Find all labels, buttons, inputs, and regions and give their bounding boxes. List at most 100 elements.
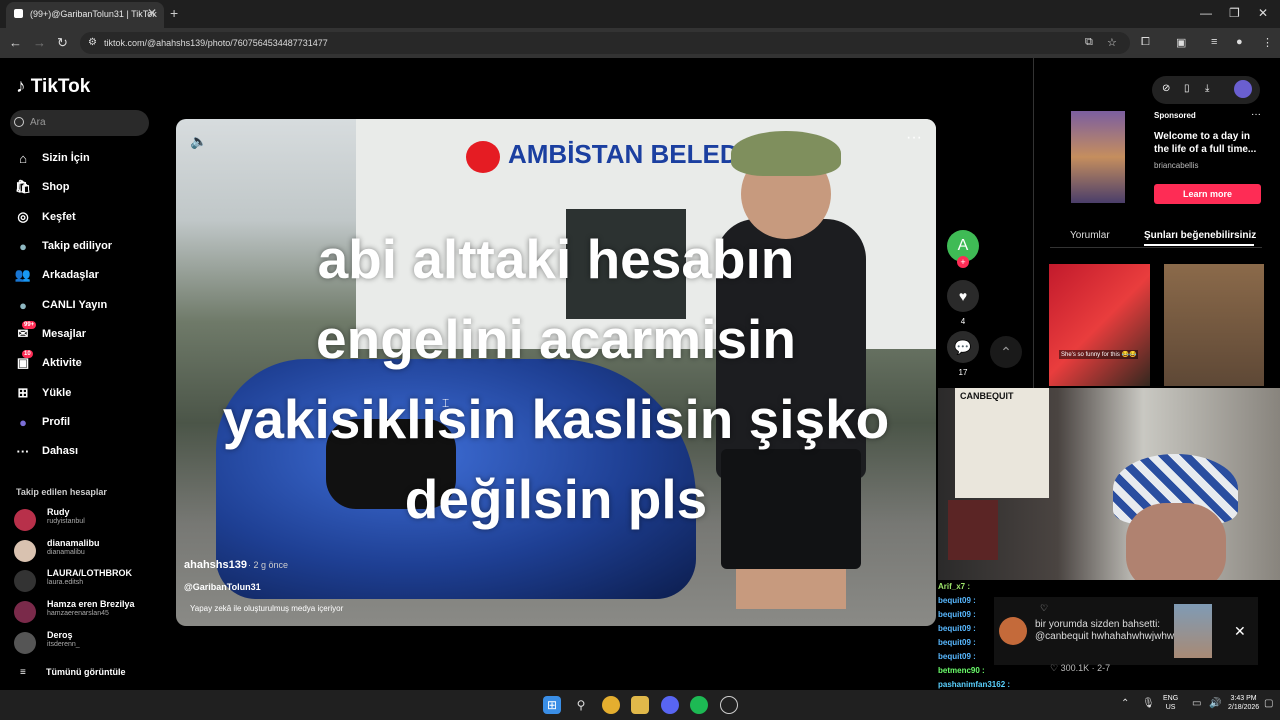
phone-icon[interactable]: ▯	[1184, 83, 1190, 94]
sidebar-item-9[interactable]: ● Profil	[14, 411, 154, 433]
learn-more-button[interactable]: Learn more	[1154, 184, 1261, 204]
volume-tray-icon[interactable]: 🔊	[1209, 698, 1221, 709]
search-input[interactable]: Ara	[10, 110, 149, 136]
system-clock[interactable]: 3:43 PM 2/18/2026	[1228, 694, 1259, 712]
download-icon[interactable]: ⤓	[1205, 83, 1209, 94]
browser-tab-bar	[0, 0, 1280, 28]
network-icon[interactable]: ▭	[1192, 698, 1201, 709]
home-icon: ⌂	[19, 150, 27, 166]
sidebar-item-8[interactable]: ⊞ Yükle	[14, 382, 154, 404]
sidebar-item-2[interactable]: ◎ Keşfet	[14, 206, 154, 228]
close-notification-icon[interactable]: ✕	[1234, 623, 1246, 640]
follow-plus-icon[interactable]: +	[957, 256, 969, 268]
see-all-link[interactable]: Tümünü görüntüle	[46, 667, 125, 677]
scroll-up-button[interactable]: ⌃	[990, 336, 1022, 368]
volume-icon[interactable]: 🔈	[190, 133, 207, 150]
reading-list-icon[interactable]: ≡	[1211, 36, 1217, 48]
sidebar-item-0[interactable]: ⌂ Sizin İçin	[14, 147, 154, 169]
right-toolbar: ⊘ ▯ ⤓	[1152, 76, 1260, 104]
back-button[interactable]: ←	[9, 35, 22, 50]
webcam-overlay: CANBEQUIT	[938, 388, 1280, 580]
notifications-icon[interactable]: ▢	[1264, 698, 1273, 709]
steam-icon[interactable]	[720, 696, 738, 714]
overlay-text-line: abi alttaki hesabın	[317, 228, 795, 290]
friends-icon: 👥	[14, 267, 32, 282]
maximize-button[interactable]: ❐	[1229, 6, 1240, 20]
profile-avatar-icon[interactable]: ●	[1236, 36, 1243, 48]
split-view-icon[interactable]: ▣	[1176, 36, 1186, 49]
suggested-video-thumbnail[interactable]: She's so funny for this 😂😂	[1049, 264, 1150, 386]
url-bar[interactable]: tiktok.com/@ahahshs139/photo/76075645344…	[80, 32, 1130, 54]
tab-suggested[interactable]: Şunları beğenebilirsiniz	[1144, 230, 1256, 241]
account-username: laura.editsh	[47, 579, 84, 586]
photo-post[interactable]: AMBİSTAN BELEDİYESİ abi alttaki hesabın e…	[176, 119, 936, 626]
forward-button[interactable]: →	[33, 35, 46, 50]
chat-username: Arif_x7 :	[938, 582, 971, 591]
notification-thumbnail	[1174, 604, 1212, 658]
new-tab-button[interactable]: +	[170, 5, 178, 21]
reload-button[interactable]: ↻	[57, 35, 68, 51]
panel-divider	[1033, 58, 1034, 388]
search-icon	[14, 117, 24, 127]
following-account[interactable]: Deroş itsderenn_	[14, 630, 164, 658]
person-legs	[736, 569, 846, 609]
following-account[interactable]: LAURA/LOTHBROK laura.editsh	[14, 568, 164, 596]
comment-count: 17	[958, 368, 968, 377]
account-avatar	[14, 540, 36, 562]
suggested-video-thumbnail[interactable]	[1164, 264, 1264, 386]
more-options-icon[interactable]: ···	[906, 129, 922, 147]
following-account[interactable]: dianamalibu dianamalibu	[14, 538, 164, 566]
likes-counter: ♡ 300.1K · 2-7	[1050, 663, 1111, 673]
browser-tab[interactable]: (99+)@GaribanTolun31 | TikTok	[6, 2, 164, 28]
microphone-icon[interactable]: 🎙	[1142, 698, 1155, 709]
tab-comments[interactable]: Yorumlar	[1070, 230, 1110, 241]
sidebar-item-4[interactable]: 👥 Arkadaşlar	[14, 264, 154, 286]
discord-icon[interactable]	[661, 696, 679, 714]
post-author[interactable]: ahahshs139	[184, 559, 247, 571]
windows-start-icon[interactable]: ⊞	[543, 696, 561, 714]
spotify-icon[interactable]	[690, 696, 708, 714]
browser-menu-icon[interactable]: ⋮	[1262, 36, 1273, 49]
mention-notification[interactable]: ♡ bir yorumda sizden bahsetti: @canbequi…	[994, 597, 1258, 665]
taskbar-search-icon[interactable]: ⚲	[572, 696, 590, 714]
tiktok-logo[interactable]: ♪ TikTok	[16, 76, 90, 98]
language-indicator[interactable]: ENG US	[1163, 694, 1178, 712]
wall-poster	[955, 388, 1049, 498]
profile-icon: ●	[19, 414, 27, 430]
comment-button[interactable]: 💬	[947, 331, 979, 363]
mouse-cursor-icon: ⌶	[442, 396, 450, 410]
sidebar-item-5[interactable]: ● CANLI Yayın	[14, 294, 154, 316]
chat-username: betmenc90 :	[938, 666, 985, 675]
site-info-icon[interactable]: ⚙	[88, 37, 97, 48]
following-account[interactable]: Rudy rudyistanbul	[14, 507, 164, 535]
ad-more-icon[interactable]: ···	[1251, 109, 1261, 120]
sidebar-item-1[interactable]: 🛍 Shop	[14, 176, 154, 198]
tray-chevron-icon[interactable]: ⌃	[1121, 698, 1129, 709]
sidebar-item-3[interactable]: ● Takip ediliyor	[14, 235, 154, 257]
file-explorer-icon[interactable]	[631, 696, 649, 714]
account-name: dianamalibu	[47, 538, 100, 548]
minimize-button[interactable]: —	[1200, 6, 1212, 20]
account-username: rudyistanbul	[47, 518, 85, 525]
close-tab-icon[interactable]: ✕	[147, 6, 157, 20]
post-mention[interactable]: @GaribanTolun31	[184, 582, 261, 592]
following-account[interactable]: Hamza eren Brezilya hamzaerenarslan45	[14, 599, 164, 627]
bookmark-star-icon[interactable]: ☆	[1107, 36, 1117, 49]
window-close-button[interactable]: ✕	[1258, 6, 1268, 20]
sidebar-item-7[interactable]: ▣ Aktivite 10	[14, 350, 154, 374]
user-avatar[interactable]	[1234, 80, 1252, 98]
account-name: LAURA/LOTHBROK	[47, 568, 132, 578]
extensions-icon[interactable]: ⧠	[1141, 36, 1150, 49]
sidebar-item-6[interactable]: ✉ Mesajlar 99+	[14, 321, 154, 345]
compass-icon[interactable]: ⊘	[1162, 83, 1170, 94]
install-app-icon[interactable]: ⧉	[1085, 36, 1093, 49]
chevron-up-icon: ⌃	[1000, 344, 1012, 360]
sidebar-item-10[interactable]: ··· Dahası	[14, 440, 154, 462]
ad-title[interactable]: Welcome to a day in the life of a full t…	[1154, 130, 1259, 156]
upload-icon: ⊞	[17, 385, 29, 400]
like-button[interactable]: ♥	[947, 280, 979, 312]
ad-image[interactable]	[1071, 111, 1125, 203]
chrome-icon[interactable]	[602, 696, 620, 714]
thumbnail-caption: She's so funny for this 😂😂	[1059, 350, 1139, 359]
account-name: Deroş	[47, 630, 73, 640]
